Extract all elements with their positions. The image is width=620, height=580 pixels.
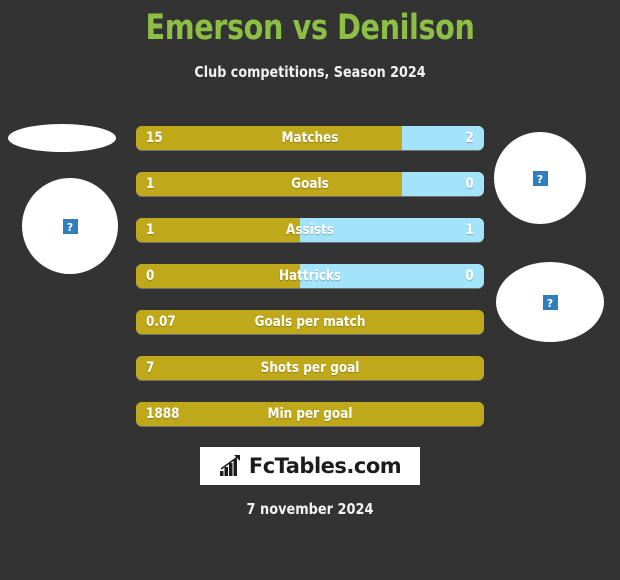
broken-image-icon: ? xyxy=(542,294,558,310)
broken-image-icon: ? xyxy=(532,170,548,186)
date-label: 7 november 2024 xyxy=(246,500,374,518)
stat-label: Assists xyxy=(286,222,334,238)
home-player-image-placeholder: ? xyxy=(22,178,118,274)
home-value: 1 xyxy=(146,176,155,192)
stat-row-goals-per-match: 0.07 Goals per match xyxy=(136,310,484,334)
home-value: 1 xyxy=(146,222,155,238)
away-value: 2 xyxy=(465,130,474,146)
stat-label: Shots per goal xyxy=(260,360,360,376)
away-player-image-placeholder: ? xyxy=(494,132,586,224)
away-value: 0 xyxy=(465,176,474,192)
home-value: 7 xyxy=(146,360,155,376)
stat-row-goals: 1 Goals 0 xyxy=(136,172,484,196)
home-value: 0 xyxy=(146,268,155,284)
stat-bars-list: 15 Matches 2 1 Goals 0 1 Assists 1 0 Hat… xyxy=(136,126,484,448)
stat-label: Min per goal xyxy=(267,406,353,422)
fctables-logo[interactable]: FcTables.com xyxy=(200,447,420,485)
stat-row-min-per-goal: 1888 Min per goal xyxy=(136,402,484,426)
stat-label: Goals xyxy=(291,176,329,192)
broken-image-icon: ? xyxy=(62,218,78,234)
away-value: 1 xyxy=(465,222,474,238)
stat-row-matches: 15 Matches 2 xyxy=(136,126,484,150)
stat-label: Goals per match xyxy=(254,314,366,330)
stat-label: Matches xyxy=(281,130,339,146)
logo-text: FcTables.com xyxy=(248,454,402,478)
away-player-image-placeholder-bottom: ? xyxy=(496,262,604,342)
away-value: 0 xyxy=(465,268,474,284)
bar-chart-arrow-icon xyxy=(219,455,240,476)
stat-comparison-page: Emerson vs Denilson Club competitions, S… xyxy=(0,0,620,580)
stat-row-assists: 1 Assists 1 xyxy=(136,218,484,242)
stat-row-shots-per-goal: 7 Shots per goal xyxy=(136,356,484,380)
page-subtitle: Club competitions, Season 2024 xyxy=(194,63,426,81)
home-player-image-placeholder-top xyxy=(8,124,116,152)
stat-row-hattricks: 0 Hattricks 0 xyxy=(136,264,484,288)
stat-label: Hattricks xyxy=(278,268,342,284)
page-title: Emerson vs Denilson xyxy=(145,8,475,48)
